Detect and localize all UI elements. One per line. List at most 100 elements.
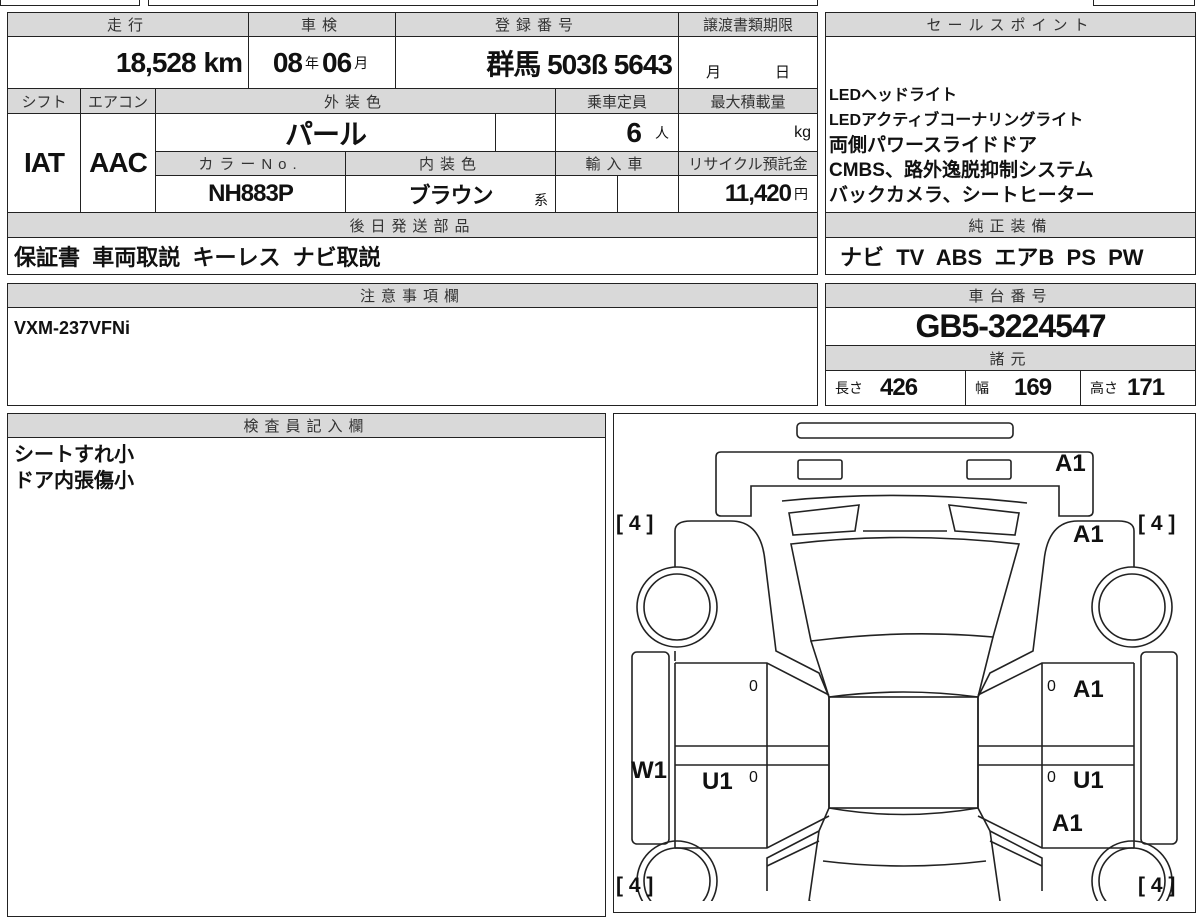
recycle-unit: 円: [794, 186, 808, 202]
recycle-value: 11,420 円: [678, 175, 818, 213]
front-bumper-shape: [796, 422, 1014, 439]
mark-right-rear-door: U1: [1073, 767, 1104, 794]
mark-front-bumper: A1: [1055, 450, 1086, 477]
sales-point-item: LEDアクティブコーナリングライト: [829, 112, 1084, 129]
length-label: 長さ: [835, 380, 863, 396]
color-no-value: NH883P: [155, 175, 346, 213]
damage-diagram: A1 A1 A1 U1 A1 U1 W1 0 0 0 0 [ 4 ] [ 4 ]…: [613, 413, 1196, 913]
mark-zero: 0: [749, 769, 758, 786]
registration-header: 登録番号: [395, 12, 679, 37]
mileage-value: 18,528 km: [7, 36, 249, 89]
capacity-unit: 人: [655, 124, 669, 141]
headlight-left: [797, 459, 843, 480]
import-header: 輸入車: [555, 151, 679, 176]
width-value: 169: [1014, 374, 1052, 401]
equipment-header: 純正装備: [825, 212, 1196, 238]
month-unit: 月: [354, 54, 369, 71]
interior-suffix: 系: [534, 192, 548, 208]
shift-value: IAT: [7, 113, 81, 213]
sales-point-item: 両側パワースライドドア: [829, 135, 1038, 156]
height-value: 171: [1127, 374, 1165, 401]
mark-right-front-door: A1: [1073, 676, 1104, 703]
later-parts-header: 後日発送部品: [7, 212, 818, 238]
tread-rear-left: [ 4 ]: [616, 874, 654, 897]
tread-front-left: [ 4 ]: [616, 512, 654, 535]
interior-color: ブラウン: [408, 183, 493, 208]
inspector-notes: シートすれ小 ドア内張傷小: [7, 437, 606, 917]
inspector-note: ドア内張傷小: [14, 470, 134, 492]
width-label: 幅: [975, 380, 989, 396]
length-value: 426: [880, 374, 918, 401]
spec-length: 長さ 426: [825, 370, 966, 406]
wheel-front-right: [1091, 566, 1173, 648]
inspection-month: 06: [322, 46, 352, 78]
chassis-header: 車台番号: [825, 283, 1196, 308]
sales-points-header: セールスポイント: [825, 12, 1196, 37]
mileage: 18,528: [115, 46, 197, 78]
inspector-note: シートすれ小: [14, 444, 134, 466]
spec-width: 幅 169: [965, 370, 1081, 406]
color-no-header: カラーNo.: [155, 151, 346, 176]
chassis-value: GB5-3224547: [825, 307, 1196, 346]
mark-zero: 0: [1047, 769, 1056, 786]
mark-right-rear-fender: A1: [1052, 810, 1083, 837]
exterior-color-header: 外装色: [155, 88, 556, 114]
interior-color-value: ブラウン 系: [345, 175, 556, 213]
height-label: 高さ: [1090, 380, 1118, 396]
recycle-header: リサイクル預託金: [678, 151, 818, 176]
mark-zero: 0: [749, 678, 758, 695]
interior-color-header: 内装色: [345, 151, 556, 176]
import-value-b: [617, 175, 679, 213]
headlight-right: [966, 459, 1012, 480]
wheel-front-left: [636, 566, 718, 648]
mark-left-sill: W1: [631, 757, 667, 784]
deadline-month: 月: [705, 64, 721, 81]
max-load-header: 最大積載量: [678, 88, 818, 114]
sales-point-item: バックカメラ、シートヒーター: [829, 185, 1095, 206]
inspector-header: 検査員記入欄: [7, 413, 606, 438]
deadline-day: 日: [774, 64, 790, 81]
body-left: [674, 520, 830, 891]
mileage-header: 走行: [7, 12, 249, 37]
ac-value: AAC: [80, 113, 156, 213]
year-unit: 年: [305, 54, 319, 71]
shift-header: シフト: [7, 88, 81, 114]
roof: [828, 696, 979, 809]
tread-rear-right: [ 4 ]: [1138, 874, 1176, 897]
capacity-header: 乗車定員: [555, 88, 679, 114]
notes-header: 注意事項欄: [7, 283, 818, 308]
specs-header: 諸元: [825, 345, 1196, 371]
sales-point-item: LEDヘッドライト: [829, 87, 958, 104]
recycle-fee: 11,420: [724, 180, 792, 207]
top-cropped-box: [0, 0, 140, 6]
inspection-value: 08 年 06 月: [248, 36, 396, 89]
front-panel-shape: [715, 451, 1094, 517]
import-value-a: [555, 175, 618, 213]
exterior-color-value: パール: [155, 113, 496, 152]
inspection-header: 車検: [248, 12, 396, 37]
ac-header: エアコン: [80, 88, 156, 114]
right-sill: [1140, 651, 1178, 845]
mark-front-right-fender: A1: [1073, 521, 1104, 548]
sales-point-item: CMBS、路外逸脱抑制システム: [829, 160, 1094, 181]
registration-value: 群馬 503ß 5643: [395, 36, 679, 89]
spec-height: 高さ 171: [1080, 370, 1196, 406]
exterior-color-extra: [495, 113, 556, 152]
mark-zero: 0: [1047, 678, 1056, 695]
top-cropped-box: [148, 0, 818, 6]
capacity-value: 6人: [555, 113, 679, 152]
later-parts-value: 保証書 車両取説 キーレス ナビ取説: [7, 237, 818, 275]
inspection-year: 08: [272, 46, 303, 78]
mark-left-rear-door: U1: [702, 768, 733, 795]
notes-value: VXM-237VFNi: [7, 307, 818, 406]
car-outline: [631, 422, 1178, 901]
mileage-unit: km: [203, 46, 243, 78]
tread-front-right: [ 4 ]: [1138, 512, 1176, 535]
transfer-deadline-value: 月日: [678, 36, 818, 89]
sales-points-list: LEDヘッドライト LEDアクティブコーナリングライト 両側パワースライドドア …: [825, 36, 1196, 213]
capacity: 6: [626, 116, 642, 148]
transfer-deadline-header: 譲渡書類期限: [678, 12, 818, 37]
left-sill: [631, 651, 670, 845]
top-cropped-box: [1093, 0, 1195, 6]
equipment-value: ナビ TV ABS エアB PS PW: [825, 237, 1196, 275]
